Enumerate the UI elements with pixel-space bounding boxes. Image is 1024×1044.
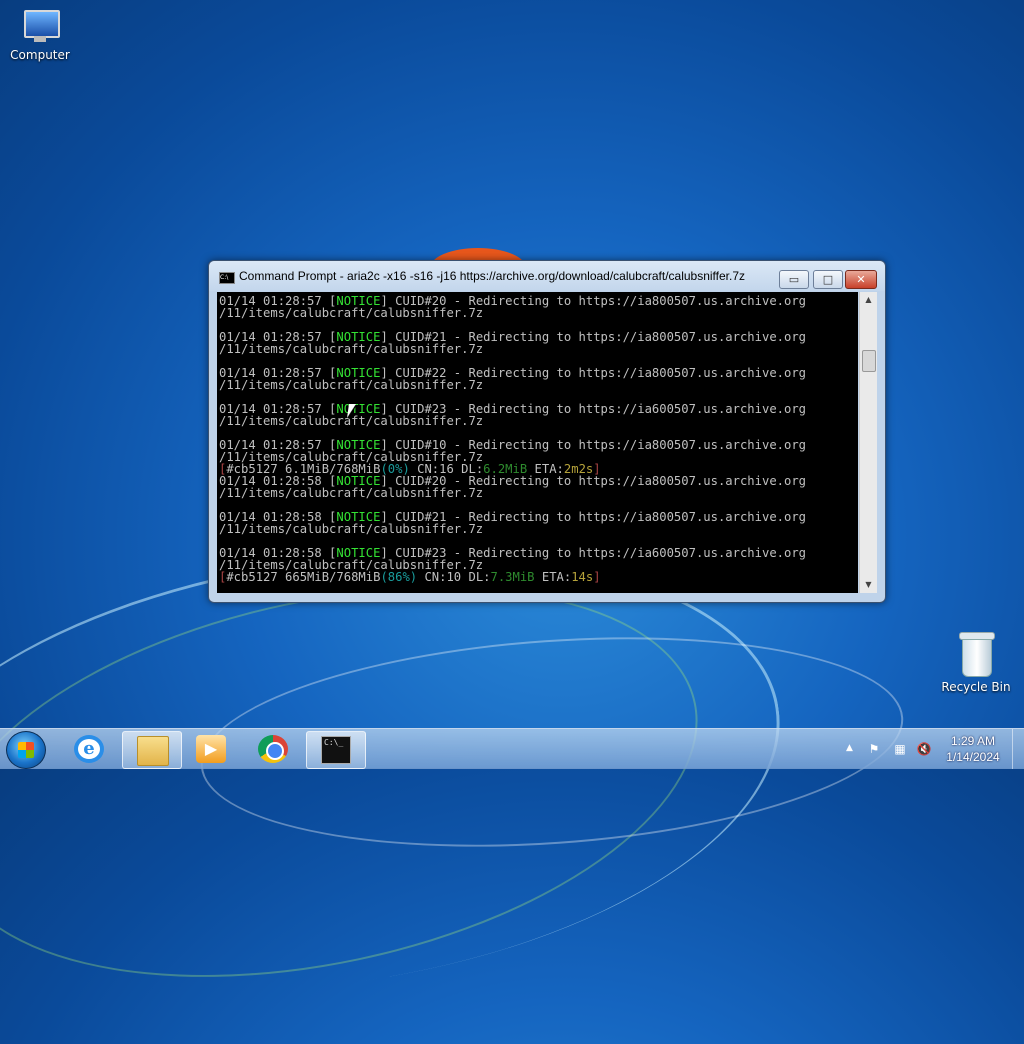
scroll-up-icon[interactable]: ▲ (860, 292, 877, 308)
scroll-thumb[interactable] (862, 350, 876, 372)
taskbar-command-prompt[interactable]: C:\_ (306, 731, 366, 769)
system-clock[interactable]: 1:29 AM 1/14/2024 (940, 733, 1006, 765)
close-button[interactable]: ✕ (845, 270, 877, 289)
maximize-button[interactable]: □ (813, 270, 843, 289)
window-titlebar[interactable]: C:\ Command Prompt - aria2c -x16 -s16 -j… (209, 261, 885, 291)
taskbar: e ▶ C:\_ ▲ ⚑ ▦ 🔇 1:29 AM 1/14/2024 (0, 728, 1024, 769)
show-desktop-button[interactable] (1012, 729, 1024, 769)
show-hidden-icons-icon[interactable]: ▲ (846, 743, 853, 753)
console-line: /11/items/calubcraft/calubsniffer.7z (219, 378, 484, 392)
taskbar-file-explorer[interactable] (122, 731, 182, 769)
media-player-icon: ▶ (196, 735, 226, 763)
minimize-button[interactable]: ▭ (779, 270, 809, 289)
taskbar-media-player[interactable]: ▶ (182, 731, 240, 767)
command-prompt-icon: C:\ (219, 272, 235, 284)
clock-date: 1/14/2024 (946, 750, 1000, 764)
taskbar-internet-explorer[interactable]: e (60, 731, 118, 767)
desktop-icon-label: Recycle Bin (941, 680, 1011, 694)
command-prompt-window[interactable]: C:\ Command Prompt - aria2c -x16 -s16 -j… (208, 260, 886, 603)
progress-line: [#cb5127 665MiB/768MiB(86%) CN:10 DL:7.3… (219, 570, 601, 584)
vertical-scrollbar[interactable]: ▲ ▼ (859, 292, 877, 593)
console-line: /11/items/calubcraft/calubsniffer.7z (219, 522, 484, 536)
window-title: Command Prompt - aria2c -x16 -s16 -j16 h… (239, 269, 746, 283)
windows-logo-icon (18, 742, 34, 758)
network-icon[interactable]: ▦ (892, 741, 908, 757)
scroll-down-icon[interactable]: ▼ (860, 577, 877, 593)
computer-icon (20, 10, 60, 44)
start-button[interactable] (6, 731, 46, 769)
folder-icon (137, 736, 169, 766)
action-center-flag-icon[interactable]: ⚑ (866, 741, 882, 757)
taskbar-chrome[interactable] (244, 731, 302, 767)
desktop-icon-recycle-bin[interactable]: Recycle Bin (936, 632, 1016, 694)
console-output[interactable]: 01/14 01:28:57 [NOTICE] CUID#20 - Redire… (217, 292, 858, 593)
desktop-icon-label: Computer (10, 48, 70, 62)
minimize-icon: ▭ (788, 273, 800, 286)
console-line: /11/items/calubcraft/calubsniffer.7z (219, 342, 484, 356)
command-prompt-icon: C:\_ (321, 736, 351, 764)
console-line: /11/items/calubcraft/calubsniffer.7z (219, 486, 484, 500)
chrome-icon (258, 735, 288, 763)
console-text: 01/14 01:28:57 [NOTICE] CUID#20 - Redire… (217, 292, 858, 583)
internet-explorer-icon: e (74, 735, 104, 763)
maximize-icon: □ (822, 273, 834, 286)
close-icon: ✕ (856, 273, 866, 286)
recycle-bin-icon (959, 632, 995, 677)
console-line: /11/items/calubcraft/calubsniffer.7z (219, 306, 484, 320)
clock-time: 1:29 AM (950, 734, 996, 748)
desktop-icon-computer[interactable]: Computer (0, 10, 80, 62)
volume-muted-icon[interactable]: 🔇 (916, 741, 932, 757)
